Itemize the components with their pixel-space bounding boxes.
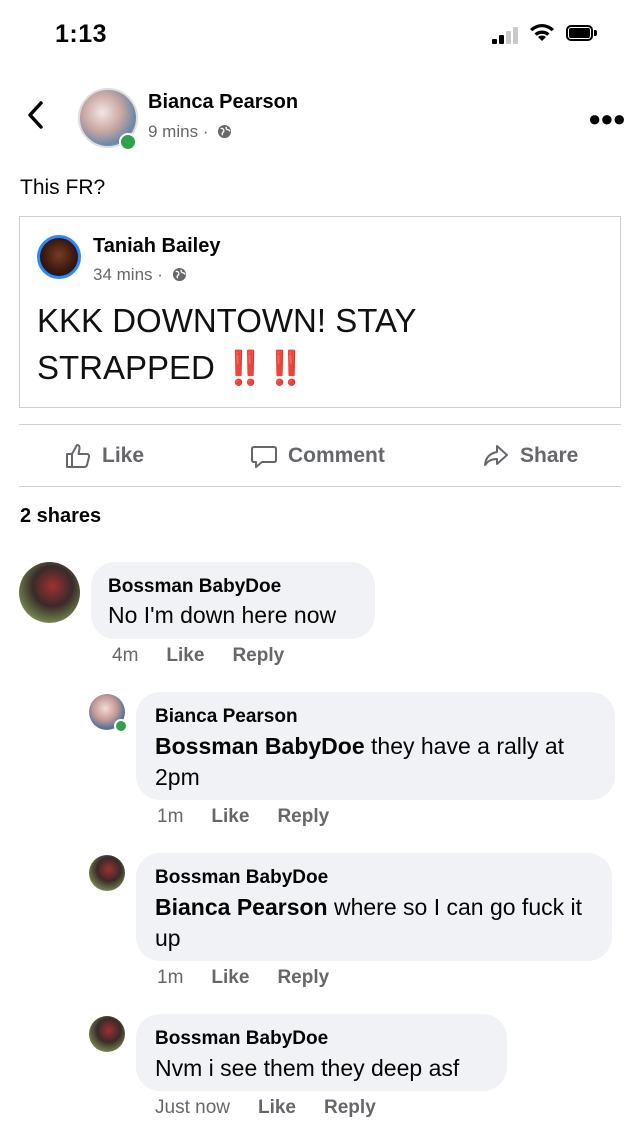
- post-meta: 9 mins ·: [148, 122, 232, 142]
- globe-icon: [218, 124, 232, 139]
- comment-bubble-icon: [251, 446, 277, 468]
- comment-label: Comment: [288, 444, 385, 467]
- commenter-avatar[interactable]: [89, 1016, 125, 1052]
- share-arrow-icon: [484, 445, 508, 466]
- shared-post-text: KKK DOWNTOWN! STAY STRAPPED ‼️‼️: [37, 297, 597, 391]
- comment-time: 1m: [157, 806, 184, 827]
- comment-author[interactable]: Bossman BabyDoe: [155, 1028, 328, 1050]
- globe-icon: [172, 267, 186, 282]
- like-label: Like: [102, 444, 145, 467]
- comment-like-button[interactable]: Like: [166, 645, 204, 667]
- comment-time: Just now: [155, 1097, 230, 1118]
- comment-actions: 1m Like Reply: [157, 967, 329, 989]
- divider: [19, 424, 621, 425]
- like-button[interactable]: Like: [64, 442, 144, 470]
- meta-separator: ·: [157, 265, 163, 284]
- comment-text: Bossman BabyDoe they have a rally at 2pm: [155, 731, 605, 793]
- divider: [19, 486, 621, 487]
- post-text: This FR?: [20, 176, 106, 199]
- commenter-avatar[interactable]: [19, 562, 80, 623]
- comment-text: No I'm down here now: [108, 602, 337, 628]
- post-time: 9 mins: [148, 122, 199, 141]
- comment-author[interactable]: Bossman BabyDoe: [155, 867, 328, 889]
- shares-count[interactable]: 2 shares: [20, 505, 101, 528]
- comment-actions: 1m Like Reply: [157, 806, 329, 828]
- comment-reply-button[interactable]: Reply: [277, 806, 329, 828]
- comment-actions: 4m Like Reply: [112, 645, 284, 667]
- shared-meta: 34 mins ·: [93, 265, 187, 285]
- comment-mention[interactable]: Bossman BabyDoe: [155, 733, 365, 759]
- wifi-icon: [530, 24, 554, 41]
- comment-time: 1m: [157, 967, 184, 988]
- chevron-left-icon[interactable]: [25, 100, 45, 130]
- comment-like-button[interactable]: Like: [211, 806, 249, 828]
- comment-time: 4m: [112, 645, 139, 666]
- share-label: Share: [520, 444, 579, 467]
- comment-reply-button[interactable]: Reply: [277, 967, 329, 989]
- online-indicator: [114, 719, 128, 733]
- comment-text: Nvm i see them they deep asf: [155, 1055, 460, 1081]
- status-time: 1:13: [55, 20, 108, 48]
- double-exclamation-emoji: ‼️‼️: [224, 349, 307, 386]
- meta-separator: ·: [202, 122, 209, 141]
- comment-author[interactable]: Bianca Pearson: [155, 706, 298, 728]
- comment-like-button[interactable]: Like: [258, 1097, 296, 1119]
- comment-text: Bianca Pearson where so I can go fuck it…: [155, 892, 605, 954]
- shared-time: 34 mins: [93, 265, 153, 284]
- share-button[interactable]: Share: [482, 442, 578, 470]
- commenter-avatar[interactable]: [89, 855, 125, 891]
- shared-author[interactable]: Taniah Bailey: [93, 235, 220, 258]
- comment-actions: Just now Like Reply: [155, 1097, 376, 1119]
- post-author[interactable]: Bianca Pearson: [148, 91, 298, 114]
- comment-mention[interactable]: Bianca Pearson: [155, 894, 328, 920]
- online-indicator: [119, 133, 137, 151]
- comment-author[interactable]: Bossman BabyDoe: [108, 576, 281, 598]
- thumbs-up-icon: [66, 444, 91, 468]
- more-dots-icon[interactable]: ●●●: [588, 106, 626, 132]
- battery-icon: [566, 25, 598, 43]
- comment-button[interactable]: Comment: [250, 442, 385, 470]
- cellular-signal-icon: [492, 26, 520, 44]
- shared-author-avatar[interactable]: [37, 235, 81, 279]
- comment-reply-button[interactable]: Reply: [232, 645, 284, 667]
- comment-like-button[interactable]: Like: [211, 967, 249, 989]
- comment-reply-button[interactable]: Reply: [324, 1097, 376, 1119]
